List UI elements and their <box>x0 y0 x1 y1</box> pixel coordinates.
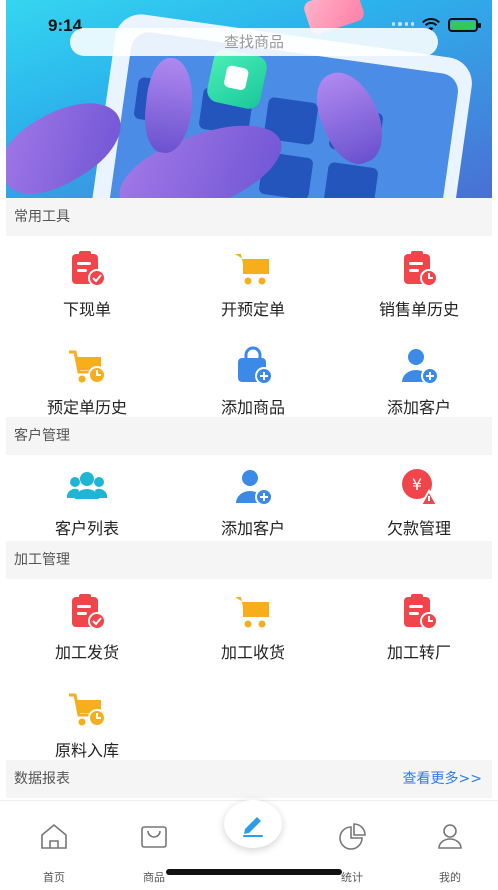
order-check-icon <box>72 594 106 630</box>
search-input[interactable]: 查找商品 <box>70 28 438 56</box>
tab-mine[interactable]: 我的 <box>420 821 480 885</box>
tool-add-customer[interactable]: 添加客户 <box>336 346 498 418</box>
tool-add-customer-2[interactable]: 添加客户 <box>170 467 336 539</box>
tab-home[interactable]: 首页 <box>24 821 84 885</box>
tool-new-reservation[interactable]: 开预定单 <box>170 248 336 320</box>
battery-icon <box>448 18 481 32</box>
users-icon <box>67 472 107 499</box>
tool-label: 欠款管理 <box>386 519 451 538</box>
tool-label: 加工发货 <box>54 643 119 662</box>
section-header-data-reports: 数据报表 查看更多>> <box>6 760 492 798</box>
cart-icon <box>235 254 269 285</box>
banner-green-cube <box>204 46 270 112</box>
tool-label: 添加商品 <box>220 398 285 417</box>
svg-text:¥: ¥ <box>412 475 422 494</box>
tool-label: 销售单历史 <box>378 300 459 319</box>
tool-processing-transfer[interactable]: 加工转厂 <box>336 591 498 663</box>
section-title: 客户管理 <box>14 428 70 444</box>
tool-label: 加工收货 <box>220 643 285 662</box>
order-clock-icon <box>404 594 438 630</box>
quick-edit-button[interactable] <box>224 800 282 848</box>
tool-label: 开预定单 <box>220 300 285 319</box>
pie-chart-icon <box>339 823 366 850</box>
order-check-icon <box>72 251 106 287</box>
person-icon <box>438 824 462 849</box>
order-clock-icon <box>404 251 438 287</box>
tab-label: 首页 <box>43 871 65 884</box>
bag-add-icon <box>238 346 273 385</box>
tool-new-order[interactable]: 下现单 <box>4 248 170 320</box>
tool-raw-material-stock-in[interactable]: 原料入库 <box>4 689 170 761</box>
banner-grid-cell <box>323 161 379 198</box>
section-title: 数据报表 <box>14 771 70 787</box>
section-header-common-tools: 常用工具 <box>6 198 492 236</box>
home-indicator <box>166 869 342 875</box>
tool-label: 添加客户 <box>220 519 285 538</box>
view-more-link[interactable]: 查看更多>> <box>403 760 482 798</box>
tool-label: 下现单 <box>62 300 111 319</box>
section-header-customer-management: 客户管理 <box>6 417 492 455</box>
edit-pen-icon <box>243 817 263 837</box>
tool-label: 客户列表 <box>54 519 119 538</box>
tool-label: 添加客户 <box>386 398 451 417</box>
tool-sales-history[interactable]: 销售单历史 <box>336 248 498 320</box>
tool-processing-receive[interactable]: 加工收货 <box>170 591 336 663</box>
tab-label: 我的 <box>439 871 461 884</box>
tab-statistics[interactable]: 统计 <box>322 821 382 885</box>
tool-reservation-history[interactable]: 预定单历史 <box>4 346 170 418</box>
tool-debt-management[interactable]: ¥ 欠款管理 <box>336 467 498 539</box>
user-add-icon <box>236 470 273 506</box>
tool-add-product[interactable]: 添加商品 <box>170 346 336 418</box>
tool-processing-ship[interactable]: 加工发货 <box>4 591 170 663</box>
tab-products[interactable]: 商品 <box>124 821 184 885</box>
cart-clock-icon <box>69 693 106 727</box>
home-icon <box>41 823 67 849</box>
tool-label: 预定单历史 <box>46 398 127 417</box>
user-add-icon <box>402 349 439 385</box>
debt-warning-icon: ¥ <box>402 469 439 506</box>
section-title: 加工管理 <box>14 552 70 568</box>
shopping-bag-icon <box>141 826 167 848</box>
section-title: 常用工具 <box>14 209 70 225</box>
tool-label: 加工转厂 <box>386 643 451 662</box>
tool-customer-list[interactable]: 客户列表 <box>4 467 170 539</box>
tool-label: 原料入库 <box>54 741 119 760</box>
cart-icon <box>235 597 269 628</box>
section-header-processing-management: 加工管理 <box>6 541 492 579</box>
cart-clock-icon <box>69 350 106 384</box>
